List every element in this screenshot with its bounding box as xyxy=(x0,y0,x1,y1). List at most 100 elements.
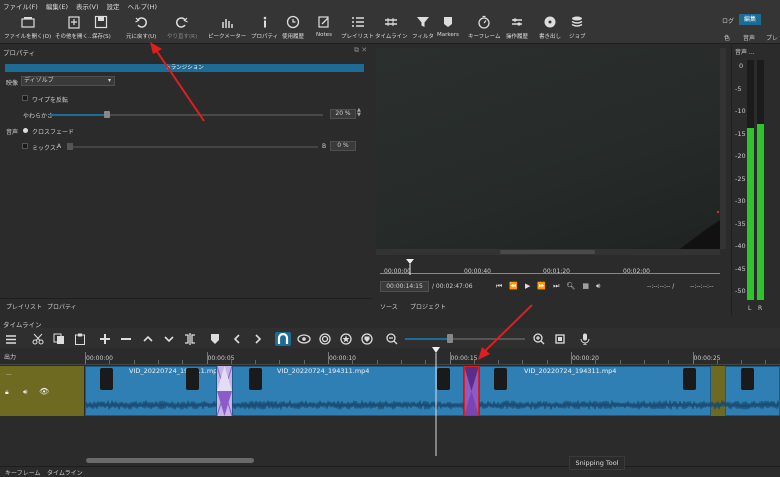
transition-clip-selected[interactable] xyxy=(464,366,479,416)
timeline-menu-icon[interactable] xyxy=(3,332,19,346)
remove-icon[interactable] xyxy=(118,332,134,346)
grid-icon[interactable]: ▦ xyxy=(582,282,589,291)
export-button[interactable]: 書き出し xyxy=(539,14,561,42)
transition-clip[interactable] xyxy=(217,366,232,416)
timeline-playhead[interactable] xyxy=(431,347,441,457)
menu-help[interactable]: ヘルプ(H) xyxy=(128,1,157,11)
layout-log-button[interactable]: ログ xyxy=(722,16,734,25)
properties-button[interactable]: プロパティ xyxy=(251,14,278,42)
menu-edit[interactable]: 編集(E) xyxy=(46,1,68,11)
spin-arrows-icon[interactable]: ▲ ▼ xyxy=(357,108,361,118)
track-name-field[interactable]: ... xyxy=(6,370,12,377)
paste-icon[interactable] xyxy=(72,332,88,346)
softness-label: やわらかさ xyxy=(23,113,54,120)
skip-previous-icon[interactable]: ⏮ xyxy=(496,282,502,291)
meter-scale-label: -30 xyxy=(735,197,746,205)
panel-float-icon[interactable]: ⧉ ✕ xyxy=(354,46,367,55)
operation-history-button[interactable]: 操作履歴 xyxy=(506,14,528,42)
record-audio-icon[interactable] xyxy=(577,332,593,346)
cut-icon[interactable] xyxy=(30,332,46,346)
timeline-ruler-minor-tick xyxy=(109,360,111,364)
playlist-button[interactable]: プレイリスト xyxy=(341,14,374,42)
menu-file[interactable]: ファイル(F) xyxy=(3,1,38,11)
mix-spinbox[interactable]: 0 % xyxy=(330,141,356,151)
timeline-ruler-minor-tick xyxy=(595,360,597,364)
fast-forward-icon[interactable]: ⏩ xyxy=(537,282,546,291)
history-button[interactable]: 使用履歴 xyxy=(282,14,304,42)
timeline-ruler[interactable] xyxy=(0,348,780,365)
position-timecode-field[interactable]: 00:00:14:15 xyxy=(380,281,429,292)
markers-button[interactable]: Markers xyxy=(437,14,459,42)
append-icon[interactable] xyxy=(97,332,113,346)
lift-icon[interactable] xyxy=(140,332,156,346)
softness-spinbox[interactable]: 20 % xyxy=(330,109,356,119)
tab-keyframes[interactable]: キーフレーム xyxy=(5,468,40,477)
timeline-ruler-minor-tick xyxy=(498,360,500,364)
zoom-slider-handle[interactable] xyxy=(447,334,453,343)
timeline-button[interactable]: タイムライン xyxy=(375,14,408,42)
split-icon[interactable] xyxy=(182,332,198,346)
tab-project[interactable]: プロジェクト xyxy=(410,302,446,311)
overwrite-icon[interactable] xyxy=(161,332,177,346)
layout-color-button[interactable]: 色 xyxy=(724,33,730,42)
open-file-button[interactable]: ファイルを開く(O) xyxy=(4,14,51,42)
tab-timeline[interactable]: タイムライン xyxy=(47,468,83,477)
rewind-icon[interactable]: ⏪ xyxy=(509,282,518,291)
tab-playlist[interactable]: プレイリスト xyxy=(6,302,42,311)
redo-button[interactable]: やり直す(R) xyxy=(167,14,197,42)
softness-slider-track[interactable] xyxy=(108,114,323,116)
tab-source[interactable]: ソース xyxy=(380,302,398,311)
filter-button[interactable]: フィルタ xyxy=(412,14,434,42)
timeline-ruler-major-tick xyxy=(692,352,694,364)
notes-button[interactable]: Notes xyxy=(316,14,332,42)
menu-settings[interactable]: 設定 xyxy=(107,1,120,11)
mix-slider-track[interactable] xyxy=(73,146,318,148)
ripple-all-icon[interactable] xyxy=(338,332,354,346)
softness-slider-handle[interactable] xyxy=(104,111,110,118)
mute-icon[interactable]: 🔊︎ xyxy=(23,388,27,397)
zoom-in-icon[interactable] xyxy=(531,332,547,346)
previous-marker-icon[interactable] xyxy=(229,332,245,346)
skip-next-icon[interactable]: ⏭ xyxy=(553,282,559,291)
keyframes-button[interactable]: キーフレーム xyxy=(468,14,501,42)
layout-audio-button[interactable]: 音声 xyxy=(743,33,755,42)
meter-left-level xyxy=(747,128,754,300)
timeline-hscroll-thumb[interactable] xyxy=(86,458,254,463)
wipe-invert-checkbox[interactable] xyxy=(22,95,28,101)
zoom-out-icon[interactable] xyxy=(384,332,400,346)
clip-label: VID_20220724_194311.mp4 xyxy=(277,367,370,375)
zoom-fit-icon[interactable] xyxy=(552,332,568,346)
timeline-ruler-major-tick xyxy=(328,352,329,364)
undo-button[interactable]: 元に戻す(U) xyxy=(126,14,156,42)
snap-icon[interactable] xyxy=(275,332,291,346)
ripple-markers-icon[interactable] xyxy=(359,332,375,346)
play-icon[interactable]: ▶ xyxy=(525,282,530,291)
video-transition-select[interactable]: ディゾルブ ▾ xyxy=(21,76,115,86)
lock-icon[interactable]: 🔒︎ xyxy=(5,388,9,397)
menu-view[interactable]: 表示(V) xyxy=(76,1,99,11)
save-button[interactable]: 保存(S) xyxy=(92,14,111,42)
mix-checkbox[interactable] xyxy=(22,143,28,149)
zoom-icon[interactable]: 🔍︎ xyxy=(566,282,575,291)
ripple-icon[interactable] xyxy=(317,332,333,346)
crossfade-radio[interactable] xyxy=(23,128,28,133)
tab-properties[interactable]: プロパティ xyxy=(47,302,77,311)
scrub-icon[interactable] xyxy=(296,332,312,346)
player-playhead[interactable] xyxy=(406,259,414,275)
add-marker-icon[interactable] xyxy=(207,332,223,346)
layout-edit-button[interactable]: 編集 xyxy=(739,14,761,25)
next-marker-icon[interactable] xyxy=(250,332,266,346)
preview-hscroll-thumb[interactable] xyxy=(500,250,595,254)
main-toolbar: ファイルを開く(O) その他を開く... 保存(S) 元に戻す(U) やり直す(… xyxy=(0,12,780,54)
copy-icon[interactable] xyxy=(51,332,67,346)
volume-icon[interactable]: 🔊︎ xyxy=(596,282,600,291)
preview-vscrollbar[interactable] xyxy=(720,48,726,249)
jobs-button[interactable]: ジョブ xyxy=(569,14,586,42)
open-other-button[interactable]: その他を開く... xyxy=(55,14,93,42)
visibility-eye-icon[interactable]: 👁︎ xyxy=(39,387,49,396)
menu-bar: ファイル(F) 編集(E) 表示(V) 設定 ヘルプ(H) xyxy=(0,0,780,12)
in-point-field[interactable]: --:--:--:-- / xyxy=(647,283,674,290)
peak-meter-icon xyxy=(219,14,235,30)
peak-meter-button[interactable]: ピークメーター xyxy=(208,14,246,42)
out-point-field[interactable]: --:--:--:-- xyxy=(690,283,713,290)
